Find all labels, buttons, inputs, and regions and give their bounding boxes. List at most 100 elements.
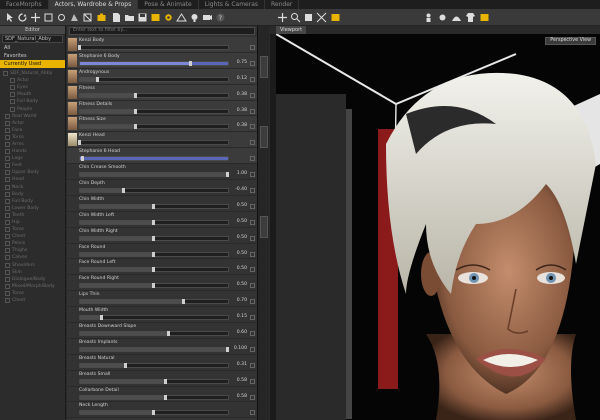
slider-knob[interactable] xyxy=(152,283,155,289)
tree-node[interactable]: Torso xyxy=(0,226,65,233)
tree-node[interactable]: Full Body xyxy=(0,98,65,105)
side-tab-3[interactable] xyxy=(260,216,268,238)
pointer-tool-icon[interactable] xyxy=(4,12,15,23)
slider-knob[interactable] xyxy=(152,251,155,257)
parameter-value[interactable]: 1.00 xyxy=(237,171,247,177)
camera-view-selector[interactable]: Perspective View xyxy=(545,37,596,45)
tree-node[interactable]: Mixed/Morph/Body xyxy=(0,283,65,290)
scene-figure-selector[interactable]: SDF_Natural_Abby xyxy=(2,35,63,43)
help-icon[interactable]: ? xyxy=(215,12,226,23)
tree-node[interactable]: Skin xyxy=(0,269,65,276)
tree-node[interactable]: Chest xyxy=(0,297,65,304)
move-view-icon[interactable] xyxy=(277,12,288,23)
parameter-slider[interactable] xyxy=(79,251,229,257)
zoom-view-icon[interactable] xyxy=(290,12,301,23)
room-tab[interactable]: FaceMorphs xyxy=(0,0,49,9)
parameter-value[interactable]: 0.50 xyxy=(237,219,247,225)
parameter-value[interactable]: 0.50 xyxy=(237,235,247,241)
parameter-slider[interactable] xyxy=(79,410,229,416)
parameter-slider[interactable] xyxy=(79,267,229,273)
category-favorites[interactable]: Favorites xyxy=(0,52,65,60)
slider-knob[interactable] xyxy=(152,410,155,416)
parameter-lock-toggle[interactable] xyxy=(250,251,255,257)
parameter-lock-toggle[interactable] xyxy=(250,410,255,416)
parameter-slider[interactable] xyxy=(79,346,229,352)
parameter-lock-toggle[interactable] xyxy=(250,267,255,273)
slider-knob[interactable] xyxy=(123,362,127,368)
parameter-lock-toggle[interactable] xyxy=(250,315,255,321)
parameter-slider[interactable] xyxy=(79,235,229,241)
geometry-tool-icon[interactable] xyxy=(82,12,93,23)
slider-knob[interactable] xyxy=(78,45,81,50)
parameter-value[interactable]: 0.38 xyxy=(237,108,247,114)
parameter-lock-toggle[interactable] xyxy=(250,299,255,305)
scene-render-icon[interactable] xyxy=(479,12,490,23)
parameter-lock-toggle[interactable] xyxy=(250,60,255,66)
tab-viewport[interactable]: Viewport xyxy=(276,26,307,34)
parameter-filter-input[interactable]: Enter text to filter by... xyxy=(69,27,255,35)
slider-knob[interactable] xyxy=(134,124,138,130)
tree-node[interactable]: Legs xyxy=(0,155,65,162)
parameter-value[interactable]: 0.50 xyxy=(237,251,247,257)
tree-node[interactable]: Full Body xyxy=(0,198,65,205)
parameter-lock-toggle[interactable] xyxy=(250,203,255,209)
parameter-lock-toggle[interactable] xyxy=(250,76,255,82)
slider-knob[interactable] xyxy=(95,76,99,82)
parameter-value[interactable]: 0.31 xyxy=(237,362,247,368)
parameter-value[interactable]: 0.50 xyxy=(237,266,247,272)
pose-icon[interactable] xyxy=(437,12,448,23)
tree-node[interactable]: People xyxy=(0,105,65,112)
parameter-value[interactable]: 0.60 xyxy=(237,330,247,336)
tree-node[interactable]: Thighs xyxy=(0,247,65,254)
tree-node[interactable]: Lower Body xyxy=(0,205,65,212)
side-tab-2[interactable] xyxy=(260,126,268,148)
parameter-lock-toggle[interactable] xyxy=(250,108,255,114)
morph-icon[interactable] xyxy=(451,12,462,23)
slider-knob[interactable] xyxy=(226,346,229,352)
lighting-icon[interactable] xyxy=(189,12,200,23)
slider-knob[interactable] xyxy=(78,140,81,146)
parameter-lock-toggle[interactable] xyxy=(250,45,255,50)
parameter-lock-toggle[interactable] xyxy=(250,346,255,352)
slider-knob[interactable] xyxy=(134,108,138,114)
tree-node[interactable]: Shoulders xyxy=(0,262,65,269)
3d-viewport[interactable]: Perspective View xyxy=(276,34,600,420)
perspective-icon[interactable] xyxy=(176,12,187,23)
tree-node[interactable]: Eyes xyxy=(0,84,65,91)
parameter-lock-toggle[interactable] xyxy=(250,331,255,337)
tree-node[interactable]: Hands xyxy=(0,148,65,155)
tree-node[interactable]: Mouth xyxy=(0,91,65,98)
category-all[interactable]: All xyxy=(0,44,65,52)
parameter-value[interactable]: 0.12 xyxy=(237,76,247,82)
parameter-lock-toggle[interactable] xyxy=(250,156,255,162)
parameter-lock-toggle[interactable] xyxy=(250,92,255,98)
parameter-slider[interactable] xyxy=(79,299,229,305)
open-file-icon[interactable] xyxy=(124,12,135,23)
parameter-slider[interactable] xyxy=(79,76,229,82)
parameter-slider[interactable] xyxy=(79,156,229,162)
save-file-icon[interactable] xyxy=(137,12,148,23)
parameter-slider[interactable] xyxy=(79,362,229,368)
frame-view-icon[interactable] xyxy=(303,12,314,23)
parameter-slider[interactable] xyxy=(79,331,229,337)
tree-node[interactable]: Pelvis xyxy=(0,240,65,247)
tree-node[interactable]: Torso xyxy=(0,290,65,297)
render-icon[interactable] xyxy=(150,12,161,23)
scale-tool-icon[interactable] xyxy=(43,12,54,23)
tree-node[interactable]: Body xyxy=(0,191,65,198)
parameter-value[interactable]: -0.40 xyxy=(235,187,247,193)
parameter-lock-toggle[interactable] xyxy=(250,219,255,225)
parameter-slider[interactable] xyxy=(79,315,229,321)
wardrobe-icon[interactable] xyxy=(465,12,476,23)
node-select-icon[interactable] xyxy=(56,12,67,23)
tree-node[interactable]: Teeth xyxy=(0,212,65,219)
slider-knob[interactable] xyxy=(163,378,167,384)
new-scene-icon[interactable] xyxy=(111,12,122,23)
parameter-slider[interactable] xyxy=(79,394,229,400)
slider-knob[interactable] xyxy=(134,92,138,98)
translate-tool-icon[interactable] xyxy=(30,12,41,23)
figure-select-icon[interactable] xyxy=(423,12,434,23)
slider-knob[interactable] xyxy=(152,267,155,273)
parameter-slider[interactable] xyxy=(79,378,229,384)
parameter-value[interactable]: 0.50 xyxy=(237,282,247,288)
